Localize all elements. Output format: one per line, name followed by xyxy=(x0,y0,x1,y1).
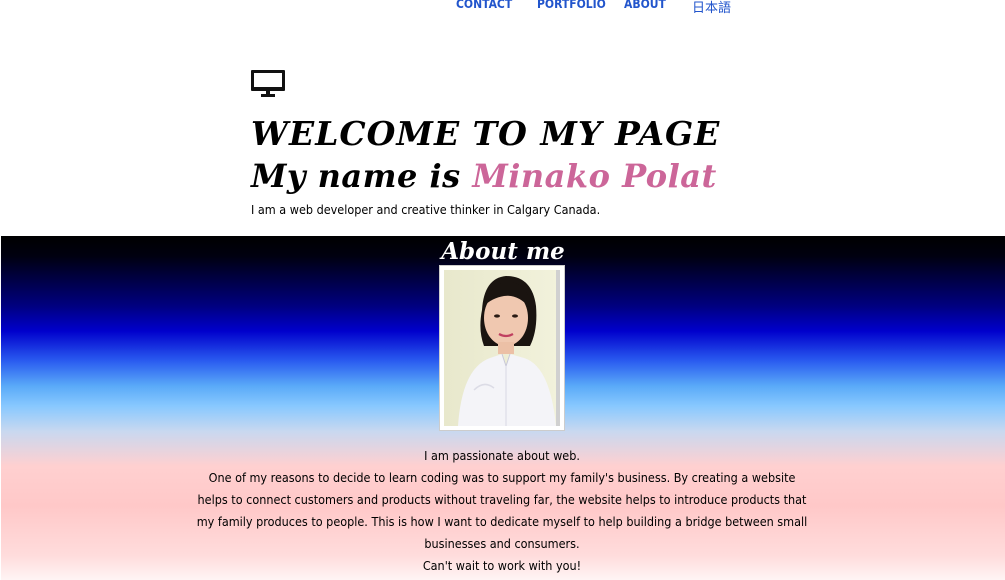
nav-link-japanese[interactable]: 日本語 xyxy=(692,0,731,16)
hero-section: WELCOME TO MY PAGE My name is Minako Pol… xyxy=(0,20,1005,236)
top-nav: CONTACT PORTFOLIO ABOUT 日本語 xyxy=(0,0,1005,20)
name-prefix: My name is xyxy=(251,157,473,195)
about-paragraph: One of my reasons to decide to learn cod… xyxy=(196,470,808,551)
nav-link-contact[interactable]: CONTACT xyxy=(456,0,512,11)
tagline: I am a web developer and creative thinke… xyxy=(251,202,601,217)
profile-photo xyxy=(444,270,560,426)
desktop-monitor-icon xyxy=(251,70,285,97)
profile-photo-frame xyxy=(439,265,565,431)
about-section: About me I am passionate about web. One … xyxy=(1,236,1005,580)
nav-link-about[interactable]: ABOUT xyxy=(624,0,666,11)
author-name: Minako Polat xyxy=(472,157,717,195)
about-text: I am passionate about web. One of my rea… xyxy=(196,445,808,577)
nav-link-portfolio[interactable]: PORTFOLIO xyxy=(537,0,606,11)
welcome-heading: WELCOME TO MY PAGE xyxy=(251,114,721,153)
name-heading: My name is Minako Polat xyxy=(251,154,717,198)
page: CONTACT PORTFOLIO ABOUT 日本語 WELCOME TO M… xyxy=(0,0,1005,580)
about-line-passion: I am passionate about web. xyxy=(424,448,580,463)
about-closing: Can't wait to work with you! xyxy=(422,558,582,573)
about-title: About me xyxy=(441,238,565,265)
